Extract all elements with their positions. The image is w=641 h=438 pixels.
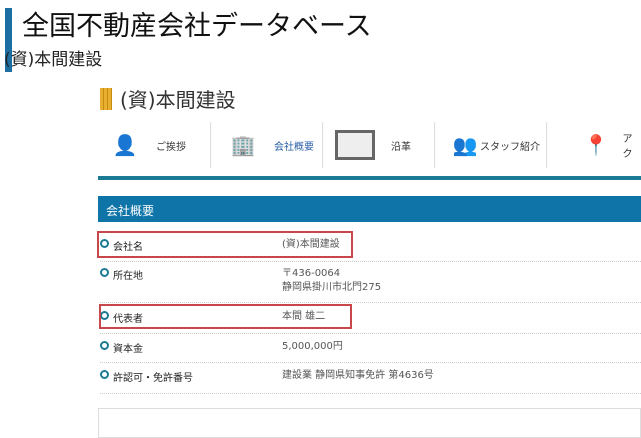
- next-section-box: [98, 408, 641, 438]
- nav-company-overview[interactable]: 🏢 会社概要: [228, 120, 314, 170]
- row-value: 〒436-0064 静岡県掛川市北門275: [282, 267, 381, 302]
- company-name-heading: (資)本間建設: [120, 88, 236, 112]
- greeting-person-icon: 👤: [112, 133, 138, 157]
- divider: [322, 122, 323, 168]
- row-value: 建設業 静岡県知事免許 第4636号: [282, 370, 434, 381]
- page-subtitle: (資)本間建設: [4, 50, 103, 70]
- bullet-icon: [100, 370, 109, 379]
- nav-label: 会社概要: [274, 141, 314, 153]
- row-key: 許認可・免許番号: [100, 369, 282, 393]
- nav-label: 沿革: [391, 141, 411, 153]
- nav-staff[interactable]: 👥 スタッフ紹介: [450, 120, 540, 170]
- highlight-box-company-name: [97, 231, 353, 258]
- nav-label: スタッフ紹介: [480, 141, 540, 153]
- book-icon: [335, 130, 375, 160]
- table-row: 資本金 5,000,000円: [100, 336, 641, 363]
- map-pin-icon: 📍: [583, 133, 609, 157]
- address: 静岡県掛川市北門275: [282, 282, 382, 293]
- nav-label: ご挨拶: [156, 141, 186, 153]
- bullet-icon: [100, 341, 109, 350]
- nav-underline: [98, 176, 641, 180]
- table-row: 許認可・免許番号 建設業 静岡県知事免許 第4636号: [100, 364, 641, 394]
- table-row: 所在地 〒436-0064 静岡県掛川市北門275: [100, 263, 641, 303]
- highlight-box-representative: [99, 304, 352, 329]
- postal-code: 〒436-0064: [282, 268, 341, 279]
- row-label: 所在地: [113, 271, 143, 282]
- divider: [210, 122, 211, 168]
- nav-history[interactable]: 沿革: [335, 120, 411, 170]
- nav-label: アク: [622, 134, 633, 160]
- divider: [546, 122, 547, 168]
- divider: [434, 122, 435, 168]
- row-value: 5,000,000円: [282, 341, 343, 352]
- page-title: 全国不動産会社データベース: [22, 11, 372, 42]
- staff-icon: 👥: [452, 133, 478, 157]
- section-header: 会社概要: [98, 196, 641, 222]
- company-logo-icon: [100, 88, 112, 110]
- bullet-icon: [100, 268, 109, 277]
- row-key: 所在地: [100, 267, 282, 302]
- nav-access[interactable]: 📍 アク: [582, 120, 641, 170]
- building-icon: 🏢: [230, 133, 256, 157]
- row-label: 資本金: [113, 344, 143, 355]
- nav-greeting[interactable]: 👤 ご挨拶: [110, 120, 186, 170]
- row-key: 資本金: [100, 340, 282, 362]
- row-label: 許認可・免許番号: [113, 373, 193, 384]
